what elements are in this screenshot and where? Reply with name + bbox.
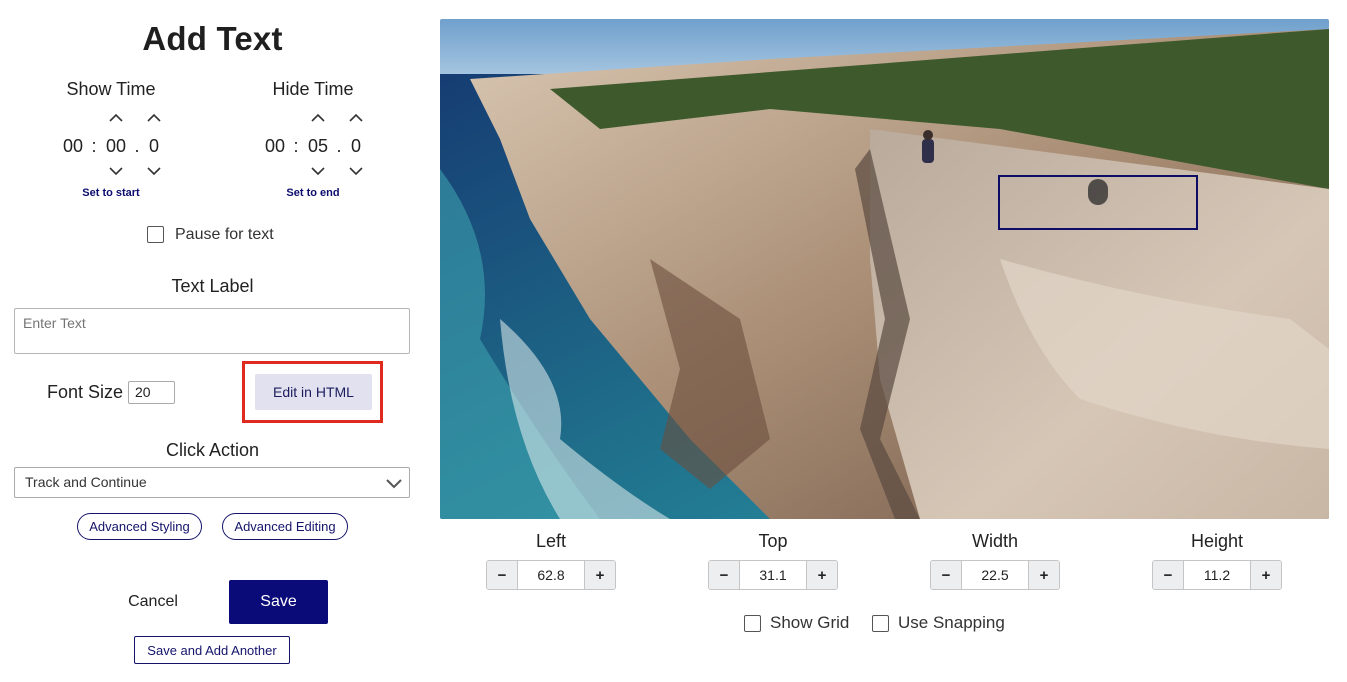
- text-label-heading: Text Label: [171, 276, 254, 296]
- show-grid-checkbox[interactable]: [744, 615, 761, 632]
- advanced-editing-button[interactable]: Advanced Editing: [222, 513, 348, 540]
- hide-hours-value[interactable]: 00: [260, 136, 290, 157]
- height-increment-button[interactable]: +: [1251, 561, 1281, 589]
- use-snapping-label: Use Snapping: [898, 613, 1005, 632]
- show-time-colon: :: [91, 136, 97, 156]
- top-stepper: − 31.1 +: [708, 560, 838, 590]
- click-action-heading: Click Action: [165, 440, 260, 460]
- edit-in-html-button[interactable]: Edit in HTML: [255, 374, 372, 410]
- hide-minutes-up-icon[interactable]: [310, 112, 326, 124]
- hide-tenths-value[interactable]: 0: [346, 136, 366, 157]
- height-decrement-button[interactable]: −: [1153, 561, 1183, 589]
- top-increment-button[interactable]: +: [807, 561, 837, 589]
- show-minutes-down-icon[interactable]: [108, 165, 124, 177]
- left-value-input[interactable]: 62.8: [517, 561, 585, 589]
- video-preview[interactable]: [440, 19, 1329, 519]
- show-tenths-down-icon[interactable]: [146, 165, 162, 177]
- hide-time-heading: Hide Time: [272, 79, 354, 99]
- show-tenths-up-icon[interactable]: [146, 112, 162, 124]
- left-increment-button[interactable]: +: [585, 561, 615, 589]
- top-label: Top: [758, 531, 788, 551]
- font-size-label: Font Size: [47, 382, 124, 402]
- height-label: Height: [1190, 531, 1244, 551]
- left-stepper: − 62.8 +: [486, 560, 616, 590]
- chevron-down-icon: [386, 479, 402, 489]
- save-and-add-another-button[interactable]: Save and Add Another: [134, 636, 290, 664]
- width-stepper: − 22.5 +: [930, 560, 1060, 590]
- width-label: Width: [971, 531, 1018, 551]
- click-action-select[interactable]: Track and Continue: [14, 467, 410, 498]
- use-snapping-checkbox[interactable]: [872, 615, 889, 632]
- width-increment-button[interactable]: +: [1029, 561, 1059, 589]
- width-value-input[interactable]: 22.5: [961, 561, 1029, 589]
- show-minutes-up-icon[interactable]: [108, 112, 124, 124]
- width-decrement-button[interactable]: −: [931, 561, 961, 589]
- show-grid-label: Show Grid: [770, 613, 850, 632]
- hide-tenths-down-icon[interactable]: [348, 165, 364, 177]
- show-time-heading: Show Time: [66, 79, 156, 99]
- pause-for-text-label: Pause for text: [175, 226, 274, 243]
- font-size-input[interactable]: 20: [128, 381, 175, 404]
- set-to-end-link[interactable]: Set to end: [243, 187, 383, 199]
- cancel-button[interactable]: Cancel: [116, 589, 190, 615]
- hide-minutes-down-icon[interactable]: [310, 165, 326, 177]
- show-tenths-value[interactable]: 0: [144, 136, 164, 157]
- hide-time-colon: :: [293, 136, 299, 156]
- left-label: Left: [535, 531, 567, 551]
- left-decrement-button[interactable]: −: [487, 561, 517, 589]
- show-hours-value[interactable]: 00: [58, 136, 88, 157]
- save-button[interactable]: Save: [229, 580, 328, 624]
- drag-handle[interactable]: [1088, 179, 1108, 205]
- pause-for-text-checkbox[interactable]: [147, 226, 164, 243]
- height-value-input[interactable]: 11.2: [1183, 561, 1251, 589]
- text-label-input[interactable]: [14, 308, 410, 354]
- set-to-start-link[interactable]: Set to start: [41, 187, 181, 199]
- hide-minutes-value[interactable]: 05: [303, 136, 333, 157]
- hide-tenths-up-icon[interactable]: [348, 112, 364, 124]
- top-decrement-button[interactable]: −: [709, 561, 739, 589]
- show-minutes-value[interactable]: 00: [101, 136, 131, 157]
- advanced-styling-button[interactable]: Advanced Styling: [77, 513, 202, 540]
- top-value-input[interactable]: 31.1: [739, 561, 807, 589]
- click-action-value: Track and Continue: [25, 474, 147, 490]
- hide-time-dot: .: [336, 136, 342, 156]
- height-stepper: − 11.2 +: [1152, 560, 1282, 590]
- video-frame-image: [440, 19, 1329, 519]
- page-title: Add Text: [142, 20, 283, 57]
- show-time-dot: .: [134, 136, 140, 156]
